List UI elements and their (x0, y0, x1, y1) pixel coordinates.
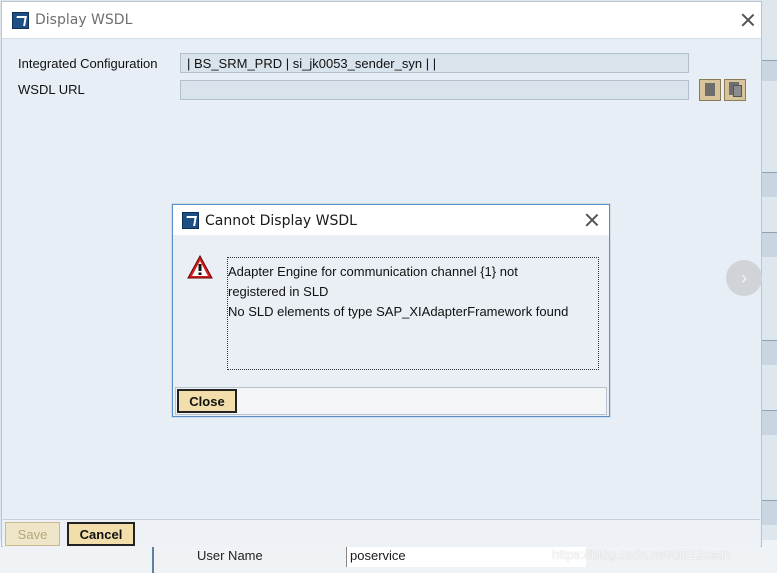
copy-document-button[interactable] (724, 79, 746, 101)
cancel-button[interactable]: Cancel (67, 522, 135, 546)
dialog-titlebar: Cannot Display WSDL (173, 205, 609, 235)
window-footer: Save Cancel (3, 519, 760, 547)
dialog-close-icon[interactable] (585, 213, 599, 227)
background-panel-strip (761, 60, 777, 81)
error-message-box: Adapter Engine for communication channel… (227, 257, 599, 370)
user-name-label: User Name (197, 548, 263, 563)
window-title: Display WSDL (35, 12, 133, 28)
error-message-line: registered in SLD (228, 284, 329, 299)
dialog-title: Cannot Display WSDL (205, 213, 357, 229)
document-icon (705, 83, 715, 96)
background-panel-strip (761, 340, 777, 365)
error-message-line: No SLD elements of type SAP_XIAdapterFra… (228, 304, 569, 319)
dialog-footer: Close (175, 387, 607, 415)
copy-icon-back (733, 85, 742, 97)
next-arrow-button[interactable]: › (726, 260, 762, 296)
sap-app-icon (182, 212, 199, 229)
integrated-configuration-label: Integrated Configuration (18, 56, 158, 71)
error-message-line: Adapter Engine for communication channel… (228, 264, 518, 279)
warning-icon (187, 255, 213, 279)
window-titlebar: Display WSDL (2, 2, 761, 39)
wsdl-url-label: WSDL URL (18, 82, 85, 97)
background-panel-strip (761, 410, 777, 435)
cannot-display-wsdl-dialog: Cannot Display WSDL Adapter Engine for c… (172, 204, 610, 417)
integrated-configuration-field[interactable]: | BS_SRM_PRD | si_jk0053_sender_syn | | (180, 53, 689, 73)
wsdl-url-field[interactable] (180, 80, 689, 100)
sap-app-icon (12, 12, 29, 29)
background-panel-strip (761, 232, 777, 257)
open-document-button[interactable] (699, 79, 721, 101)
chevron-right-icon: › (741, 267, 747, 288)
watermark-text: https://blog.csdn.net/ol512csdn (552, 547, 732, 562)
save-button[interactable]: Save (5, 522, 60, 546)
background-panel-strip (761, 500, 777, 525)
background-panel-strip (761, 172, 777, 197)
close-button[interactable]: Close (177, 389, 237, 413)
window-close-icon[interactable] (741, 13, 755, 27)
user-name-field[interactable]: poservice (346, 545, 586, 567)
